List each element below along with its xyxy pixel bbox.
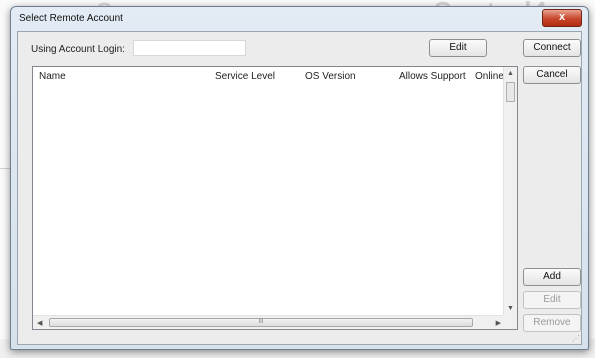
title-bar[interactable]: Select Remote Account x — [11, 7, 588, 29]
remove-button[interactable]: Remove — [523, 314, 581, 332]
account-login-label: Using Account Login: — [31, 44, 125, 55]
scroll-down-icon[interactable]: ▼ — [507, 305, 514, 312]
vertical-scroll-thumb[interactable] — [506, 82, 515, 102]
scroll-up-icon[interactable]: ▲ — [507, 70, 514, 77]
dialog-body: Using Account Login: Edit Connect Cancel… — [17, 31, 582, 345]
close-icon: x — [558, 11, 566, 23]
accounts-table[interactable]: Name Service Level OS Version Allows Sup… — [32, 66, 518, 330]
resize-grip-icon[interactable]: ⋰ — [572, 334, 580, 343]
column-header-os-version[interactable]: OS Version — [305, 71, 356, 82]
edit-account-button[interactable]: Edit — [523, 291, 581, 309]
column-header-service-level[interactable]: Service Level — [215, 71, 275, 82]
column-header-name[interactable]: Name — [39, 71, 66, 82]
scroll-right-icon[interactable]: ▶ — [496, 319, 501, 327]
connect-button[interactable]: Connect — [523, 39, 581, 57]
vertical-scrollbar[interactable]: ▲ ▼ — [503, 67, 517, 315]
horizontal-scroll-thumb[interactable]: III — [49, 318, 473, 327]
add-button[interactable]: Add — [523, 268, 581, 286]
column-header-allows-support[interactable]: Allows Support — [399, 71, 466, 82]
table-header: Name Service Level OS Version Allows Sup… — [33, 67, 504, 85]
select-remote-account-dialog: Select Remote Account x Using Account Lo… — [10, 6, 589, 350]
edit-login-button[interactable]: Edit — [429, 39, 487, 57]
close-button[interactable]: x — [542, 9, 582, 27]
scrollbar-corner — [503, 315, 517, 329]
account-login-field[interactable] — [133, 40, 246, 56]
scroll-left-icon[interactable]: ◀ — [37, 319, 42, 327]
horizontal-scrollbar[interactable]: ◀ III ▶ — [33, 315, 505, 329]
dialog-title: Select Remote Account — [19, 13, 123, 24]
column-header-online[interactable]: Online — [475, 71, 504, 82]
background-divider — [0, 168, 10, 169]
cancel-button[interactable]: Cancel — [523, 66, 581, 84]
